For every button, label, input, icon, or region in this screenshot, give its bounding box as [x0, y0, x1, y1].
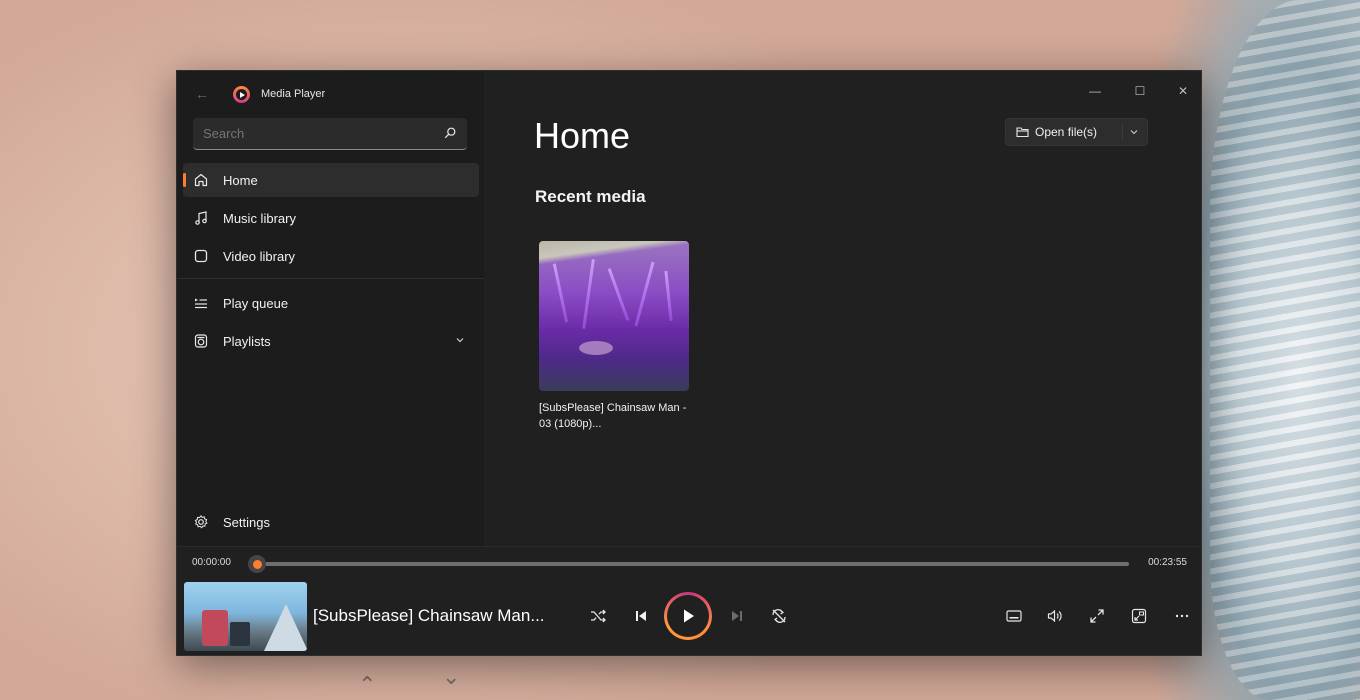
queue-icon	[195, 298, 207, 309]
sidebar-item-playlists[interactable]: Playlists	[183, 324, 479, 358]
shuffle-button[interactable]	[586, 604, 610, 628]
settings-label: Settings	[223, 515, 270, 530]
sidebar-item-label: Video library	[223, 249, 296, 264]
sidebar: ← Media Player Home	[177, 71, 484, 546]
repeat-button[interactable]	[767, 604, 791, 628]
gear-icon	[194, 514, 208, 529]
wallpaper-waves	[1210, 0, 1360, 700]
playlist-icon	[194, 334, 208, 348]
captions-icon	[1006, 610, 1022, 622]
next-icon	[732, 611, 742, 621]
total-time: 00:23:55	[1148, 557, 1187, 568]
media-title: [SubsPlease] Chainsaw Man - 03 (1080p)..…	[539, 402, 687, 430]
open-files-button[interactable]: Open file(s)	[1006, 119, 1122, 145]
more-options-button[interactable]	[1170, 604, 1194, 628]
mini-player-icon	[1131, 608, 1147, 624]
previous-icon	[636, 611, 646, 621]
video-icon	[194, 249, 208, 263]
captions-button[interactable]	[1002, 604, 1026, 628]
mini-player-button[interactable]	[1127, 604, 1151, 628]
home-icon	[194, 173, 208, 187]
repeat-off-icon	[772, 609, 786, 623]
next-button[interactable]	[725, 604, 749, 628]
now-playing-title: [SubsPlease] Chainsaw Man...	[313, 606, 545, 625]
page-title: Home	[534, 115, 631, 156]
main-content: — ☐ ✕ Home Open file(s) Recent media [Su…	[484, 71, 1201, 546]
active-indicator	[183, 173, 186, 187]
search-box[interactable]	[193, 118, 467, 150]
sidebar-item-label: Music library	[223, 211, 296, 226]
close-button[interactable]: ✕	[1168, 81, 1198, 101]
sidebar-item-label: Home	[223, 173, 258, 188]
player-bar: 00:00:00 00:23:55 [SubsPlease] Chainsaw …	[177, 546, 1201, 655]
split-divider	[1122, 123, 1123, 141]
title-bar: ← Media Player	[177, 71, 484, 117]
wallpaper-bird: ⌃	[358, 672, 377, 697]
sidebar-divider	[177, 278, 484, 279]
media-thumbnail[interactable]	[539, 241, 689, 391]
expand-icon	[1090, 609, 1104, 623]
volume-icon	[1047, 609, 1062, 623]
fullscreen-button[interactable]	[1085, 604, 1109, 628]
recent-media-heading: Recent media	[535, 187, 646, 206]
recent-media-item[interactable]: [SubsPlease] Chainsaw Man - 03 (1080p)..…	[539, 241, 689, 432]
search-icon[interactable]	[443, 126, 457, 140]
search-input[interactable]	[203, 126, 433, 141]
previous-button[interactable]	[629, 604, 653, 628]
media-player-window: ← Media Player Home	[176, 70, 1202, 656]
more-icon	[1175, 614, 1189, 618]
now-playing-thumbnail[interactable]	[184, 582, 307, 651]
seek-handle[interactable]	[248, 555, 266, 573]
volume-button[interactable]	[1043, 604, 1067, 628]
sidebar-item-video-library[interactable]: Video library	[183, 239, 479, 273]
sidebar-item-label: Play queue	[223, 296, 289, 311]
sidebar-item-label: Playlists	[223, 334, 271, 349]
shuffle-icon	[591, 609, 606, 623]
app-title: Media Player	[261, 88, 326, 100]
sidebar-item-music-library[interactable]: Music library	[183, 201, 479, 235]
app-logo-icon	[233, 86, 250, 103]
open-files-split-button: Open file(s)	[1005, 118, 1148, 146]
sidebar-item-home[interactable]: Home	[183, 163, 479, 197]
back-button[interactable]: ←	[193, 85, 211, 103]
music-note-icon	[195, 211, 207, 225]
minimize-button[interactable]: —	[1080, 81, 1110, 101]
chevron-down-icon[interactable]	[455, 335, 465, 345]
maximize-button[interactable]: ☐	[1125, 81, 1155, 101]
seek-bar[interactable]	[248, 555, 1129, 573]
sidebar-item-play-queue[interactable]: Play queue	[183, 286, 479, 320]
play-button[interactable]	[664, 592, 712, 640]
chevron-down-icon[interactable]	[1129, 127, 1139, 137]
play-icon	[684, 609, 694, 623]
open-files-label: Open file(s)	[1035, 125, 1098, 139]
folder-icon	[1016, 127, 1029, 138]
current-time: 00:00:00	[192, 557, 231, 568]
wallpaper-bird: ⌄	[442, 664, 461, 689]
